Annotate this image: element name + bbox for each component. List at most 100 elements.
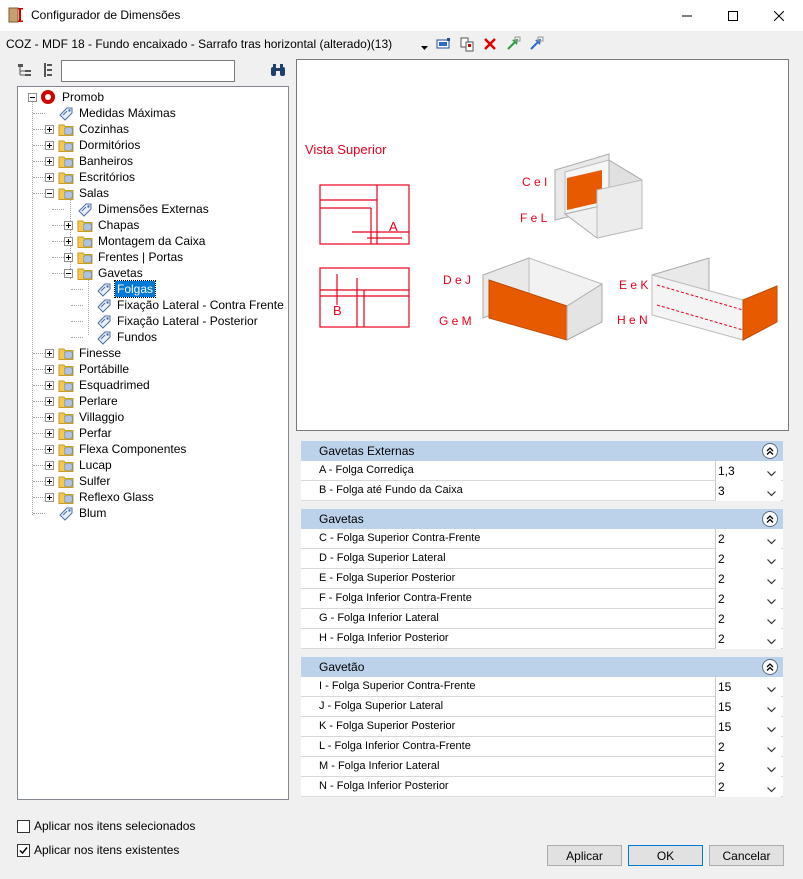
- property-section: Gavetas C - Folga Superior Contra-Frente 2…: [301, 509, 783, 649]
- property-value-dropdown[interactable]: 15: [715, 697, 781, 717]
- expander-promob[interactable]: [28, 93, 37, 102]
- apply-existing-option[interactable]: Aplicar nos itens existentes: [17, 842, 179, 858]
- tree-view-button[interactable]: [17, 62, 33, 81]
- expander-sulfer[interactable]: [45, 477, 54, 486]
- category-tree[interactable]: Promob Medidas Máximas Cozinhas Dormitório…: [17, 86, 289, 800]
- apply-selected-label: Aplicar nos itens selecionados: [34, 819, 196, 833]
- tree-node-dormit-rios[interactable]: Dormitórios: [77, 137, 142, 153]
- collapse-chevron-icon[interactable]: [762, 443, 778, 459]
- select-item-button[interactable]: [434, 35, 452, 53]
- apply-selected-option[interactable]: Aplicar nos itens selecionados: [17, 818, 195, 834]
- tree-node-chapas[interactable]: Chapas: [96, 217, 141, 233]
- label-c-e-i: C e I: [522, 175, 547, 189]
- tree-node-folgas[interactable]: Folgas: [113, 280, 157, 298]
- property-value-dropdown[interactable]: 2: [715, 529, 781, 549]
- property-value-dropdown[interactable]: 2: [715, 737, 781, 757]
- expander-perfar[interactable]: [45, 429, 54, 438]
- tree-node-fundos[interactable]: Fundos: [115, 329, 159, 345]
- property-value-dropdown[interactable]: 15: [715, 717, 781, 737]
- copy-settings-button[interactable]: [458, 35, 476, 53]
- collapse-chevron-icon[interactable]: [762, 659, 778, 675]
- import-button[interactable]: [527, 35, 545, 53]
- delete-button[interactable]: [481, 35, 499, 53]
- chevron-down-icon: [767, 614, 776, 628]
- tree-node-perfar[interactable]: Perfar: [77, 425, 114, 441]
- tree-node-banheiros[interactable]: Banheiros: [77, 153, 135, 169]
- expander-salas[interactable]: [45, 189, 54, 198]
- tree-node-villaggio[interactable]: Villaggio: [77, 409, 126, 425]
- section-header[interactable]: Gavetas: [301, 509, 783, 529]
- tree-node-esquadrimed[interactable]: Esquadrimed: [77, 377, 152, 393]
- tag-icon: [58, 505, 74, 521]
- export-button[interactable]: [504, 35, 522, 53]
- tree-node-gavetas[interactable]: Gavetas: [96, 265, 145, 281]
- tree-node-blum[interactable]: Blum: [77, 505, 108, 521]
- chevron-down-icon: [767, 466, 776, 480]
- apply-existing-checkbox[interactable]: [17, 843, 30, 857]
- tree-node-promob[interactable]: Promob: [60, 89, 106, 105]
- expander-chapas[interactable]: [64, 221, 73, 230]
- tree-node-reflexo-glass[interactable]: Reflexo Glass: [77, 489, 156, 505]
- close-window-button[interactable]: [756, 0, 802, 31]
- cancel-button[interactable]: Cancelar: [709, 845, 784, 866]
- tree-node-medidas-m-ximas[interactable]: Medidas Máximas: [77, 105, 178, 121]
- search-input[interactable]: [61, 60, 235, 82]
- expander-banheiros[interactable]: [45, 157, 54, 166]
- expander-frentes-portas[interactable]: [64, 253, 73, 262]
- apply-selected-checkbox[interactable]: [17, 819, 30, 833]
- property-value-dropdown[interactable]: 2: [715, 549, 781, 569]
- expander-finesse[interactable]: [45, 349, 54, 358]
- tree-node-cozinhas[interactable]: Cozinhas: [77, 121, 131, 137]
- tree-node-escrit-rios[interactable]: Escritórios: [77, 169, 137, 185]
- expander-escrit-rios[interactable]: [45, 173, 54, 182]
- expander-flexa-componentes[interactable]: [45, 445, 54, 454]
- minimize-button[interactable]: [664, 0, 710, 31]
- expander-perlare[interactable]: [45, 397, 54, 406]
- maximize-button[interactable]: [710, 0, 756, 31]
- property-label: I - Folga Superior Contra-Frente: [319, 680, 476, 692]
- tag-icon: [77, 201, 93, 217]
- expander-montagem-da-caixa[interactable]: [64, 237, 73, 246]
- expander-cozinhas[interactable]: [45, 125, 54, 134]
- tree-node-finesse[interactable]: Finesse: [77, 345, 123, 361]
- property-value-dropdown[interactable]: 2: [715, 609, 781, 629]
- property-value-dropdown[interactable]: 3: [715, 481, 781, 501]
- item-dropdown-arrow-icon[interactable]: [421, 39, 428, 53]
- maximize-icon: [728, 10, 738, 21]
- expander-esquadrimed[interactable]: [45, 381, 54, 390]
- expander-dormit-rios[interactable]: [45, 141, 54, 150]
- property-section: Gavetão I - Folga Superior Contra-Frente 1…: [301, 657, 783, 797]
- property-value-dropdown[interactable]: 2: [715, 629, 781, 649]
- tree-node-flexa-componentes[interactable]: Flexa Componentes: [77, 441, 188, 457]
- tree-node-salas[interactable]: Salas: [77, 185, 111, 201]
- tree-node-frentes-portas[interactable]: Frentes | Portas: [96, 249, 185, 265]
- close-icon: [774, 10, 784, 21]
- expander-gavetas[interactable]: [64, 269, 73, 278]
- expander-port-bille[interactable]: [45, 365, 54, 374]
- property-value-dropdown[interactable]: 2: [715, 569, 781, 589]
- tree-node-lucap[interactable]: Lucap: [77, 457, 114, 473]
- tree-node-sulfer[interactable]: Sulfer: [77, 473, 112, 489]
- tree-node-fixa-o-lateral-posterior[interactable]: Fixação Lateral - Posterior: [115, 313, 260, 329]
- expander-lucap[interactable]: [45, 461, 54, 470]
- ok-button[interactable]: OK: [628, 845, 703, 866]
- tree-node-port-bille[interactable]: Portábille: [77, 361, 131, 377]
- property-value-dropdown[interactable]: 2: [715, 777, 781, 797]
- folder-icon: [58, 425, 74, 441]
- property-value-dropdown[interactable]: 1,3: [715, 461, 781, 481]
- expander-villaggio[interactable]: [45, 413, 54, 422]
- tree-node-fixa-o-lateral-contra-frente[interactable]: Fixação Lateral - Contra Frente: [115, 297, 286, 313]
- property-value-dropdown[interactable]: 2: [715, 589, 781, 609]
- property-value-dropdown[interactable]: 2: [715, 757, 781, 777]
- apply-button[interactable]: Aplicar: [547, 845, 622, 866]
- expander-reflexo-glass[interactable]: [45, 493, 54, 502]
- tree-node-montagem-da-caixa[interactable]: Montagem da Caixa: [96, 233, 207, 249]
- section-header[interactable]: Gavetão: [301, 657, 783, 677]
- find-button[interactable]: [270, 62, 286, 81]
- list-view-button[interactable]: [40, 62, 56, 81]
- tree-node-dimens-es-externas[interactable]: Dimensões Externas: [96, 201, 211, 217]
- tree-node-perlare[interactable]: Perlare: [77, 393, 120, 409]
- collapse-chevron-icon[interactable]: [762, 511, 778, 527]
- property-value-dropdown[interactable]: 15: [715, 677, 781, 697]
- section-header[interactable]: Gavetas Externas: [301, 441, 783, 461]
